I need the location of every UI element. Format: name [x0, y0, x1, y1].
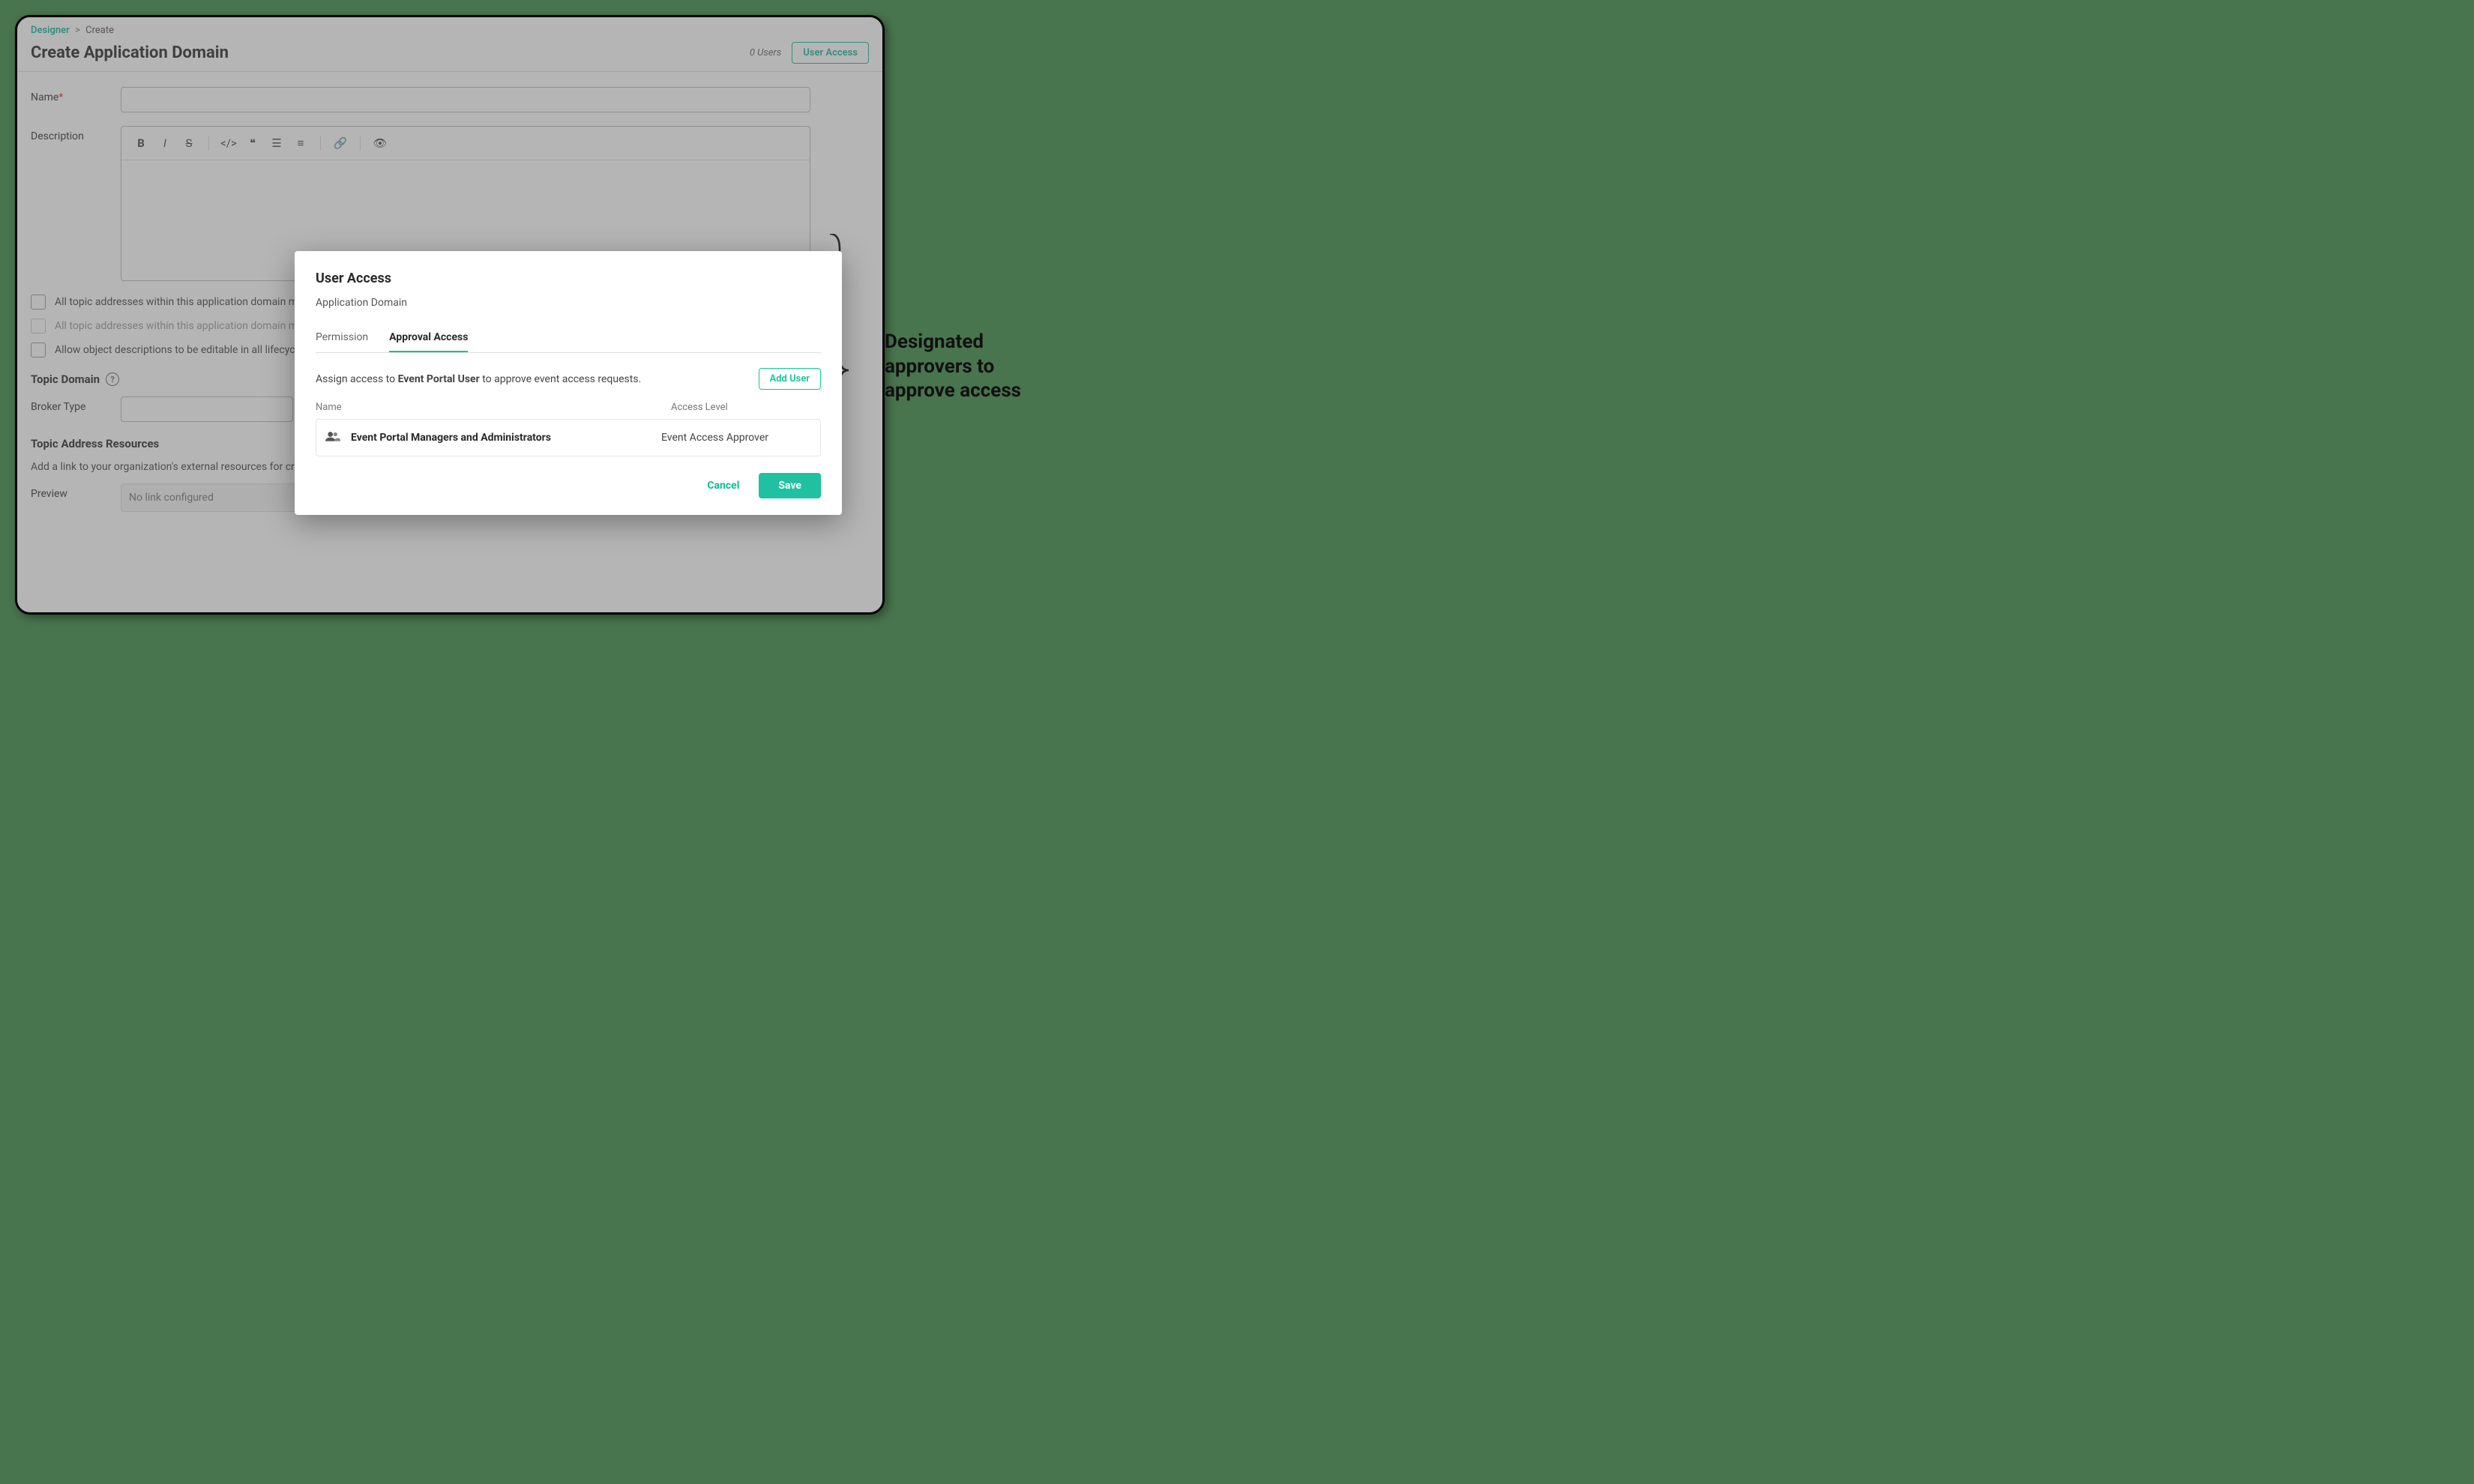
- modal-instruction: Assign access to Event Portal User to ap…: [316, 373, 641, 385]
- page-header: Create Application Domain 0 Users User A…: [17, 40, 882, 72]
- row-name: Event Portal Managers and Administrators: [351, 432, 661, 444]
- column-name: Name: [316, 402, 671, 413]
- strikethrough-icon[interactable]: S: [178, 133, 199, 154]
- numbered-list-icon[interactable]: ≡: [290, 133, 311, 154]
- tab-approval-access[interactable]: Approval Access: [389, 324, 468, 352]
- modal-title: User Access: [316, 271, 821, 286]
- broker-type-select[interactable]: [121, 396, 293, 422]
- save-button[interactable]: Save: [759, 473, 821, 498]
- breadcrumb: Designer > Create: [17, 17, 882, 40]
- preview-icon[interactable]: 👁: [370, 133, 391, 154]
- italic-icon[interactable]: I: [154, 133, 175, 154]
- user-access-modal: User Access Application Domain Permissio…: [295, 251, 842, 515]
- broker-type-label: Broker Type: [31, 396, 121, 422]
- quote-icon[interactable]: ❝: [242, 133, 263, 154]
- bullet-list-icon[interactable]: ☰: [266, 133, 287, 154]
- checkbox-topic-domains[interactable]: [31, 319, 46, 334]
- breadcrumb-sep: >: [75, 25, 80, 36]
- app-window: Designer > Create Create Application Dom…: [15, 15, 885, 615]
- row-access-level: Event Access Approver: [661, 432, 811, 444]
- callout-text: Designated approvers to approve access: [885, 330, 1050, 403]
- code-icon[interactable]: </>: [218, 133, 239, 154]
- description-label: Description: [31, 126, 121, 281]
- column-access-level: Access Level: [671, 402, 821, 413]
- checkbox-unique-addresses[interactable]: [31, 295, 46, 310]
- cancel-button[interactable]: Cancel: [698, 474, 748, 498]
- tab-permission[interactable]: Permission: [316, 324, 368, 352]
- breadcrumb-current: Create: [85, 25, 114, 36]
- help-icon[interactable]: ?: [106, 372, 119, 386]
- checkbox-editable-descriptions-label: Allow object descriptions to be editable…: [55, 344, 335, 356]
- preview-label: Preview: [31, 483, 121, 512]
- group-icon: [325, 430, 340, 445]
- bold-icon[interactable]: B: [130, 133, 151, 154]
- name-input[interactable]: [121, 87, 810, 112]
- table-row[interactable]: Event Portal Managers and Administrators…: [316, 419, 821, 456]
- breadcrumb-root[interactable]: Designer: [31, 25, 70, 36]
- modal-tabs: Permission Approval Access: [316, 324, 821, 353]
- add-user-button[interactable]: Add User: [759, 368, 821, 390]
- user-count: 0 Users: [750, 47, 781, 58]
- name-label: Name*: [31, 87, 121, 112]
- modal-subtitle: Application Domain: [316, 297, 821, 309]
- link-icon[interactable]: 🔗: [330, 133, 351, 154]
- topic-domain-title: Topic Domain: [31, 372, 100, 386]
- page-title: Create Application Domain: [31, 43, 229, 62]
- user-access-button[interactable]: User Access: [792, 42, 869, 64]
- checkbox-editable-descriptions[interactable]: [31, 343, 46, 358]
